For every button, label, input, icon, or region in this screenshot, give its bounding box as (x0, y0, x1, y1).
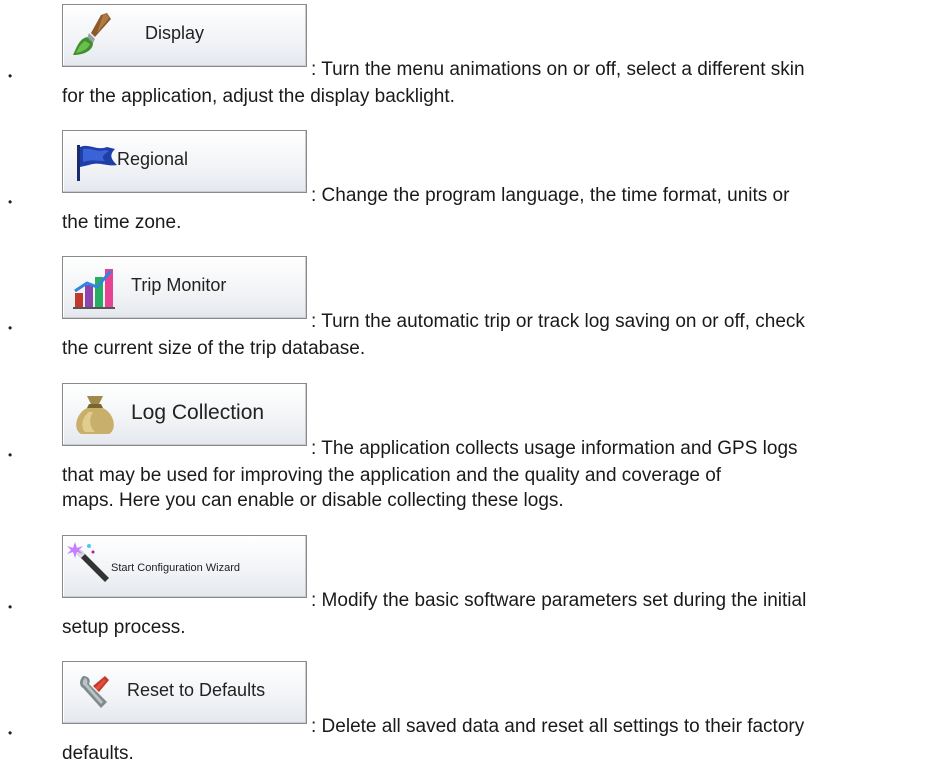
item-description-line: : Delete all saved data and reset all se… (311, 716, 805, 737)
item-description-continuation: defaults. (62, 741, 134, 766)
continuation-line: maps. Here you can enable or disable col… (62, 490, 564, 511)
reset-to-defaults-button-label: Reset to Defaults (127, 680, 266, 700)
bullet: • (8, 69, 13, 83)
blue-flag-icon (77, 145, 117, 181)
item-description-continuation: that may be used for improving the appli… (62, 463, 721, 513)
continuation-line: defaults. (62, 743, 134, 764)
display-button-label: Display (145, 23, 205, 43)
display-button[interactable]: Display (62, 4, 307, 67)
bullet: • (8, 726, 13, 740)
item-description-continuation: the time zone. (62, 210, 181, 235)
trip-monitor-button-label: Trip Monitor (131, 275, 227, 295)
continuation-line: for the application, adjust the display … (62, 86, 455, 107)
item-description-line: : Turn the menu animations on or off, se… (311, 59, 805, 80)
log-collection-button-label: Log Collection (131, 401, 265, 424)
bullet: • (8, 321, 13, 335)
item-description-line: : Change the program language, the time … (311, 185, 790, 206)
start-configuration-wizard-button-label: Start Configuration Wizard (111, 562, 240, 574)
item-description-continuation: setup process. (62, 615, 186, 640)
item-description-line: : The application collects usage informa… (311, 438, 798, 459)
item-description-line: : Modify the basic software parameters s… (311, 590, 807, 611)
item-description-continuation: for the application, adjust the display … (62, 84, 455, 109)
continuation-line: setup process. (62, 617, 186, 638)
item-description-line: : Turn the automatic trip or track log s… (311, 311, 805, 332)
bullet: • (8, 195, 13, 209)
trip-monitor-button[interactable]: Trip Monitor (62, 256, 307, 319)
money-bag-icon (76, 396, 114, 434)
continuation-line: the time zone. (62, 212, 182, 233)
bullet: • (8, 448, 13, 462)
continuation-line: that may be used for improving the appli… (62, 465, 722, 486)
bar-chart-icon (73, 269, 115, 309)
regional-button[interactable]: Regional (62, 130, 307, 193)
paintbrush-icon (73, 13, 111, 55)
magic-wand-icon (67, 542, 109, 582)
reset-wrench-icon (80, 676, 109, 708)
item-description-continuation: the current size of the trip database. (62, 336, 365, 361)
regional-button-label: Regional (117, 149, 189, 169)
log-collection-button[interactable]: Log Collection (62, 383, 307, 446)
reset-to-defaults-button[interactable]: Reset to Defaults (62, 661, 307, 724)
bullet: • (8, 600, 13, 614)
continuation-line: the current size of the trip database. (62, 338, 366, 359)
start-configuration-wizard-button[interactable]: Start Configuration Wizard (62, 535, 307, 598)
